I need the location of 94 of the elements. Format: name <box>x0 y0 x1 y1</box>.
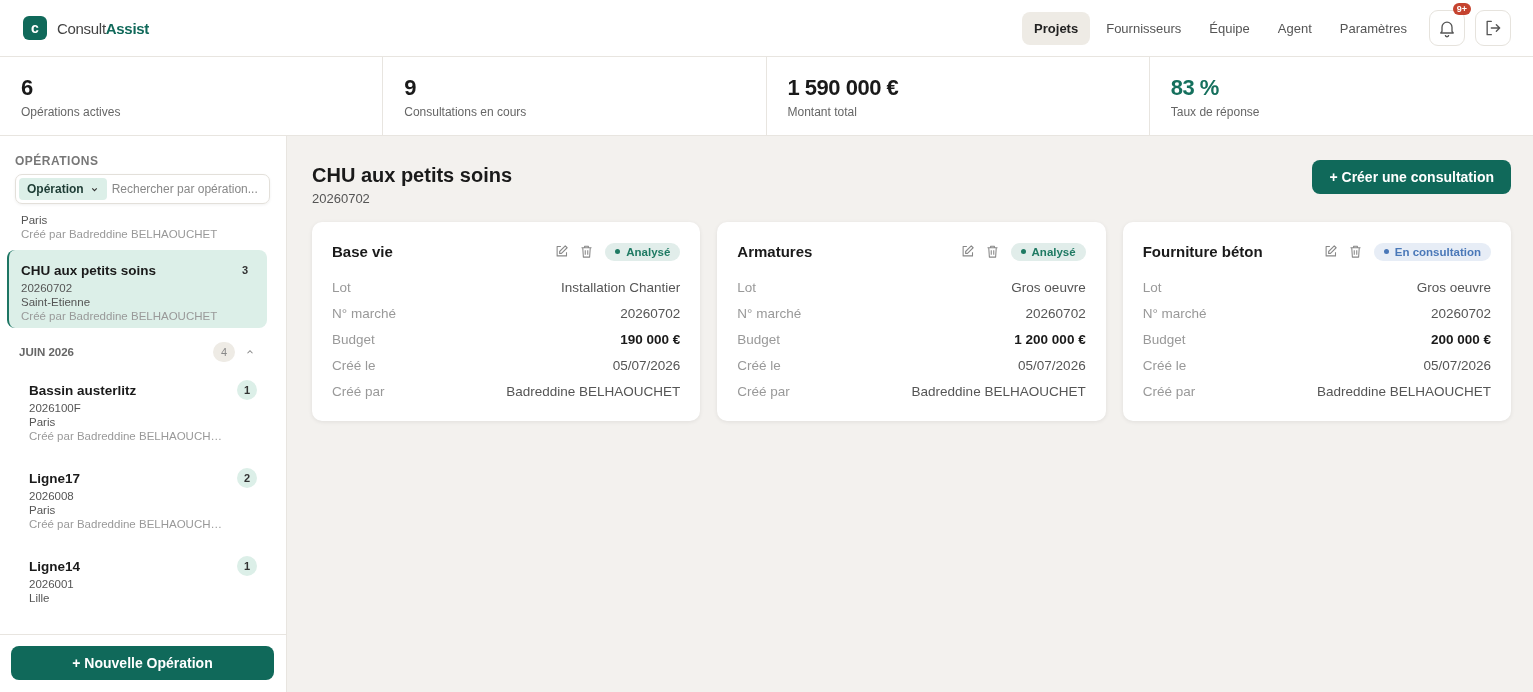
app-name: ConsultAssist <box>57 19 149 37</box>
operation-item[interactable]: Ligne17 2 2026008 Paris Créé par Badreddine BELHAOUCH… <box>7 454 267 542</box>
field-value: 20260702 <box>620 305 681 323</box>
field-label: Créé par <box>737 383 790 401</box>
field-label: Lot <box>332 279 351 297</box>
field-value: Gros oeuvre <box>1416 279 1491 297</box>
field-label: Créé par <box>1142 383 1196 401</box>
field-label: Créé le <box>1142 357 1187 375</box>
field-value: Badreddine BELHAOUCHET <box>911 383 1086 401</box>
operation-item[interactable]: Ligne14 1 2026001 Lille <box>7 542 267 616</box>
field-value: Installation Chantier <box>561 279 681 297</box>
stat-label: Montant total <box>787 105 858 119</box>
field-value: 20260702 <box>1025 305 1086 323</box>
status-badge: Analysé <box>605 242 681 261</box>
page-subtitle: 20260702 <box>312 191 371 206</box>
field-label: Budget <box>1142 331 1186 349</box>
field-value: Badreddine BELHAOUCHET <box>1316 383 1491 401</box>
logo-icon: c <box>23 16 47 40</box>
stat-value: 1 590 000 € <box>787 75 900 101</box>
page-title: CHU aux petits soins <box>312 164 513 187</box>
card-title: Armatures <box>737 243 813 260</box>
operation-creator: Créé par Badreddine BELHAOUCH… <box>29 518 224 530</box>
field-value: Gros oeuvre <box>1011 279 1086 297</box>
field-label: N° marché <box>737 305 802 323</box>
stat-value: 83 % <box>1170 75 1220 101</box>
field-value: 05/07/2026 <box>1018 357 1086 375</box>
card-title: Base vie <box>332 243 393 260</box>
operation-city: Paris <box>29 504 57 516</box>
notification-badge: 9+ <box>1452 3 1471 15</box>
field-value: 1 200 000 € <box>1014 331 1086 349</box>
operation-name: Ligne14 <box>29 558 80 574</box>
operation-item[interactable]: Bassin austerlitz 1 2026100F Paris Créé par Badreddine BELHAOUCH… <box>7 366 267 454</box>
new-operation-button[interactable]: + Nouvelle Opération <box>11 646 274 680</box>
operation-creator: Créé par Badreddine BELHAOUCHET <box>21 228 219 240</box>
edit-icon <box>554 244 570 259</box>
field-label: Budget <box>332 331 375 349</box>
notifications-button[interactable] <box>1429 10 1465 46</box>
field-label: N° marché <box>1142 305 1207 323</box>
group-label: JUIN 2026 <box>19 346 74 358</box>
filter-dropdown[interactable]: Opération <box>19 178 107 200</box>
stat-label: Opérations actives <box>21 105 122 119</box>
stat-value: 6 <box>21 75 34 101</box>
nav-tab[interactable]: Projets <box>1022 11 1091 45</box>
field-value: 190 000 € <box>620 331 681 349</box>
field-label: Créé le <box>332 357 376 375</box>
operation-city: Lille <box>29 592 51 604</box>
field-label: Lot <box>1142 279 1162 297</box>
operation-count: 1 <box>237 556 257 576</box>
group-header[interactable]: JUIN 2026 4 <box>7 338 267 366</box>
operation-code: 2026100F <box>29 402 82 414</box>
operation-count: 1 <box>237 380 257 400</box>
field-value: Badreddine BELHAOUCHET <box>506 383 681 401</box>
nav-tab[interactable]: Agent <box>1265 11 1324 45</box>
stat-label: Taux de réponse <box>1170 105 1261 119</box>
operation-name: Bassin austerlitz <box>29 382 137 398</box>
status-badge: En consultation <box>1373 242 1491 261</box>
operation-name: Ligne17 <box>29 470 80 486</box>
edit-icon <box>1322 244 1338 259</box>
create-consultation-button[interactable]: + Créer une consultation <box>1312 160 1511 194</box>
field-value: 05/07/2026 <box>612 357 681 375</box>
operation-code: 2026008 <box>29 490 75 502</box>
status-badge: Analysé <box>1010 242 1086 261</box>
field-label: N° marché <box>332 305 396 323</box>
search-field[interactable]: Opération Rechercher par opération... <box>15 174 270 204</box>
operation-item[interactable]: Paris Créé par Badreddine BELHAOUCHET <box>7 208 267 250</box>
field-value: 20260702 <box>1430 305 1491 323</box>
trash-icon <box>579 244 595 259</box>
operation-item[interactable]: CHU aux petits soins 3 20260702 Saint-Etienne Créé par Badreddine BELHAOUCHET <box>7 250 267 328</box>
operation-count: 3 <box>240 263 250 278</box>
field-label: Lot <box>737 279 757 297</box>
operation-city: Paris <box>29 416 57 428</box>
operation-city: Paris <box>21 214 49 226</box>
nav-tab[interactable]: Fournisseurs <box>1094 11 1194 45</box>
nav-tab[interactable]: Équipe <box>1197 11 1262 45</box>
stat-label: Consultations en cours <box>404 105 528 119</box>
card-title: Fourniture béton <box>1142 243 1263 260</box>
nav-tab[interactable]: Paramètres <box>1327 11 1419 45</box>
logout-button[interactable] <box>1475 10 1511 46</box>
stat-value: 9 <box>404 75 417 101</box>
section-title: OPÉRATIONS <box>14 152 100 170</box>
operation-code: 20260702 <box>21 282 74 294</box>
field-label: Créé le <box>737 357 781 375</box>
operation-count: 2 <box>237 468 257 488</box>
operation-creator: Créé par Badreddine BELHAOUCH… <box>29 430 224 442</box>
operation-name: CHU aux petits soins <box>21 262 157 278</box>
group-count: 4 <box>213 342 235 362</box>
edit-icon <box>959 244 975 259</box>
field-value: 05/07/2026 <box>1423 357 1491 375</box>
field-value: 200 000 € <box>1430 331 1491 349</box>
field-label: Budget <box>737 331 781 349</box>
field-label: Créé par <box>332 383 385 401</box>
operation-creator: Créé par Badreddine BELHAOUCHET <box>21 310 219 322</box>
operation-code: 2026001 <box>29 578 75 590</box>
operation-city: Saint-Etienne <box>21 296 92 308</box>
